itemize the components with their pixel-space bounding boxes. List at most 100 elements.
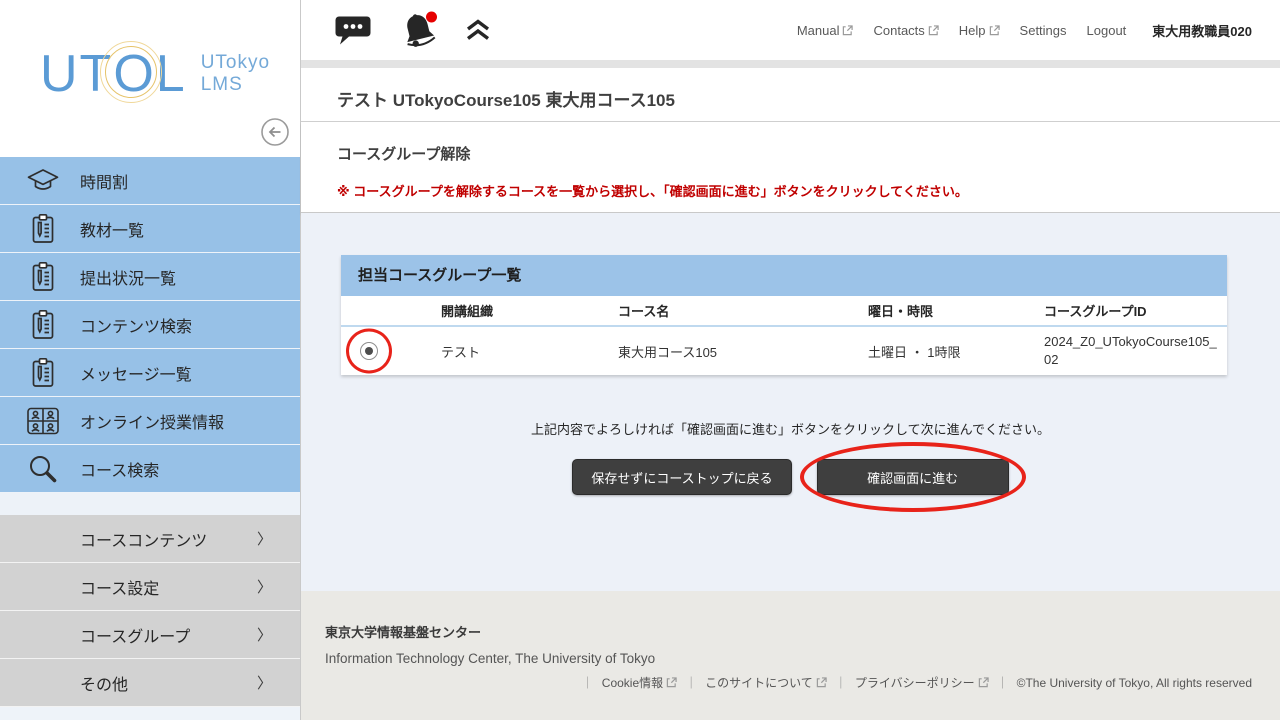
sidebar-item-label: コースグループ — [80, 623, 190, 647]
sidebar: UTOL UTokyo LMS — [0, 0, 300, 720]
sidebar-item-label: 教材一覧 — [80, 217, 144, 241]
external-link-icon — [816, 677, 827, 688]
radio-cell — [341, 327, 441, 375]
settings-link[interactable]: Settings — [1020, 23, 1067, 38]
search-icon — [26, 453, 60, 485]
chevron-right-icon: 〉 — [257, 624, 272, 645]
sidebar-item-label: コースコンテンツ — [80, 527, 207, 551]
sidebar-item-label: コース設定 — [80, 575, 159, 599]
cell-group-id: 2024_Z0_UTokyoCourse105_02 — [1044, 333, 1227, 368]
external-link-icon — [978, 677, 989, 688]
sidebar-menu-gap — [0, 493, 300, 515]
logo-area: UTOL UTokyo LMS — [0, 0, 300, 157]
clipboard-icon — [26, 261, 60, 293]
confirm-instruction: 上記内容でよろしければ「確認画面に進む」ボタンをクリックして次に進んでください。 — [301, 419, 1280, 438]
chevron-right-icon: 〉 — [257, 576, 272, 597]
footer-org-ja: 東京大学情報基盤センター — [325, 622, 1252, 641]
utol-logo-text: UTOL — [40, 48, 187, 100]
double-chevron-up-icon — [465, 18, 491, 42]
topbar-links: Manual Contacts Help Settings Logout 東大用… — [797, 21, 1252, 40]
copyright: ©The University of Tokyo, All rights res… — [1017, 676, 1252, 690]
section-header: コースグループ解除 ※ コースグループを解除するコースを一覧から選択し、「確認画… — [301, 122, 1280, 213]
separator: ｜ — [997, 674, 1009, 691]
column-header: 曜日・時限 — [868, 301, 1044, 320]
circle-arrow-left-icon — [260, 117, 290, 147]
logout-link[interactable]: Logout — [1087, 23, 1127, 38]
clipboard-icon — [26, 213, 60, 245]
sidebar-item-label: メッセージ一覧 — [80, 361, 192, 385]
content-area: 担当コースグループ一覧 開講組織 コース名 曜日・時限 コースグループID テス… — [301, 213, 1280, 591]
cookie-info-link[interactable]: Cookie情報 — [602, 674, 677, 691]
topbar-icons — [333, 10, 491, 50]
logo-subtitle-line: UTokyo — [201, 52, 270, 74]
external-link-icon — [989, 25, 1000, 36]
instruction-note: ※ コースグループを解除するコースを一覧から選択し、「確認画面に進む」ボタンをク… — [337, 181, 1280, 200]
messages-button[interactable] — [333, 14, 373, 46]
cell-course: 東大用コース105 — [618, 342, 868, 361]
main-area: Manual Contacts Help Settings Logout 東大用… — [300, 0, 1280, 720]
course-group-panel: 担当コースグループ一覧 開講組織 コース名 曜日・時限 コースグループID テス… — [341, 255, 1227, 375]
separator: ｜ — [835, 674, 847, 691]
sidebar-item-others[interactable]: その他 〉 — [0, 659, 300, 707]
sidebar-item-course-group[interactable]: コースグループ 〉 — [0, 611, 300, 659]
footer-links: ｜ Cookie情報 ｜ このサイトについて ｜ プライバシーポリシー ｜ ©T… — [325, 674, 1252, 691]
table-row: テスト 東大用コース105 土曜日 ・ 1時限 2024_Z0_UTokyoCo… — [341, 327, 1227, 375]
proceed-to-confirm-button[interactable]: 確認画面に進む — [817, 459, 1009, 495]
cell-org: テスト — [441, 342, 618, 361]
sidebar-item-label: 時間割 — [80, 169, 128, 193]
utol-logo: UTOL UTokyo LMS — [0, 0, 300, 100]
help-link[interactable]: Help — [959, 23, 1000, 38]
external-link-icon — [928, 25, 939, 36]
footer-org-en: Information Technology Center, The Unive… — [325, 651, 1252, 666]
sidebar-item-messages[interactable]: メッセージ一覧 — [0, 349, 300, 397]
course-radio-selected[interactable] — [360, 342, 378, 360]
external-link-icon — [666, 677, 677, 688]
sidebar-item-label: 提出状況一覧 — [80, 265, 176, 289]
clipboard-icon — [26, 309, 60, 341]
sidebar-course-menu: コースコンテンツ 〉 コース設定 〉 コースグループ 〉 その他 〉 — [0, 515, 300, 707]
logo-part: O — [113, 45, 155, 103]
footer: 東京大学情報基盤センター Information Technology Cent… — [301, 591, 1280, 720]
manual-link[interactable]: Manual — [797, 23, 854, 38]
sidebar-collapse-button[interactable] — [260, 117, 290, 147]
notification-badge — [426, 12, 437, 23]
separator: ｜ — [685, 674, 697, 691]
page-title: テスト UTokyoCourse105 東大用コース105 — [301, 68, 1280, 111]
collapse-header-button[interactable] — [465, 18, 491, 42]
sidebar-item-materials[interactable]: 教材一覧 — [0, 205, 300, 253]
contacts-link[interactable]: Contacts — [873, 23, 938, 38]
sidebar-item-content-search[interactable]: コンテンツ検索 — [0, 301, 300, 349]
sidebar-item-course-settings[interactable]: コース設定 〉 — [0, 563, 300, 611]
sidebar-item-online-class-info[interactable]: オンライン授業情報 — [0, 397, 300, 445]
username: 東大用教職員020 — [1152, 21, 1252, 40]
section-title: コースグループ解除 — [301, 122, 1280, 164]
sidebar-main-menu: 時間割 教材一覧 — [0, 157, 300, 493]
logo-part: L — [156, 48, 187, 100]
online-class-icon — [26, 405, 60, 437]
sidebar-item-course-search[interactable]: コース検索 — [0, 445, 300, 493]
table-header-row: 開講組織 コース名 曜日・時限 コースグループID — [341, 296, 1227, 327]
back-to-course-top-button[interactable]: 保存せずにコーストップに戻る — [572, 459, 791, 495]
logo-subtitle-line: LMS — [201, 74, 270, 96]
column-header: コース名 — [618, 301, 868, 320]
topbar-shadow — [301, 60, 1280, 68]
cell-schedule: 土曜日 ・ 1時限 — [868, 342, 1044, 361]
topbar: Manual Contacts Help Settings Logout 東大用… — [301, 0, 1280, 60]
logo-part: UT — [40, 48, 113, 100]
privacy-policy-link[interactable]: プライバシーポリシー — [855, 674, 989, 691]
external-link-icon — [842, 25, 853, 36]
bell-icon — [399, 10, 439, 50]
sidebar-item-label: その他 — [80, 671, 128, 695]
separator: ｜ — [582, 674, 594, 691]
about-site-link[interactable]: このサイトについて — [705, 674, 827, 691]
sidebar-item-label: コンテンツ検索 — [80, 313, 192, 337]
speech-bubble-icon — [333, 14, 373, 46]
logo-subtitle: UTokyo LMS — [201, 52, 270, 96]
radio-dot — [365, 347, 373, 355]
graduation-cap-icon — [26, 165, 60, 197]
sidebar-item-timetable[interactable]: 時間割 — [0, 157, 300, 205]
sidebar-item-course-contents[interactable]: コースコンテンツ 〉 — [0, 515, 300, 563]
clipboard-icon — [26, 357, 60, 389]
notifications-button[interactable] — [399, 10, 439, 50]
sidebar-item-submission-status[interactable]: 提出状況一覧 — [0, 253, 300, 301]
